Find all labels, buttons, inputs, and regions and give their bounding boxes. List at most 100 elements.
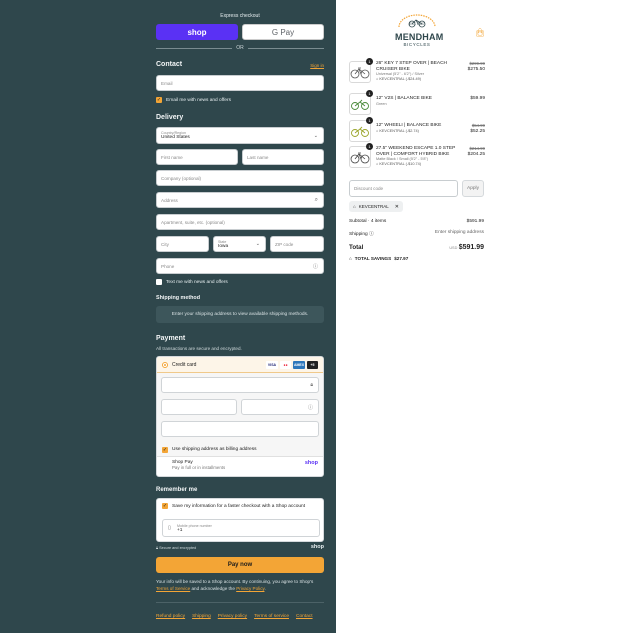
item-new-price: $275.50 (467, 66, 485, 72)
item-new-price: $204.25 (467, 151, 485, 157)
country-select[interactable]: Country/Region United States ⌄ (156, 127, 324, 144)
shop-logo: shop (304, 460, 318, 466)
shop-logo: shop (310, 544, 324, 550)
google-pay-button[interactable]: G Pay (242, 24, 324, 40)
apartment-field[interactable]: Apartment, suite, etc. (optional) (156, 214, 324, 230)
line-item: 1 26" KEY 7 STEP OVER | BEACH CRUISER BI… (349, 58, 485, 83)
cart-icon[interactable]: 👜︎ (475, 28, 485, 38)
text-news-option[interactable]: Text me with news and offers (156, 279, 228, 285)
security-code-field[interactable]: ⓘ (241, 399, 319, 415)
phone-field[interactable]: Phone ⓘ (156, 258, 324, 274)
refund-policy-link[interactable]: Refund policy (156, 614, 185, 619)
mobile-phone-field[interactable]: ▯ Mobile phone number +1 (162, 519, 320, 537)
subtotal-row: Subtotal · 4 items $591.99 (349, 219, 484, 224)
item-discount-text: KEVCENTRAL (-$10.74) (379, 162, 421, 167)
last-name-field[interactable]: Last name (242, 149, 324, 165)
contact-heading: Contact (156, 61, 183, 68)
shop-pay-sub: Pay in full or in installments (172, 465, 226, 470)
remember-me-box: ✓ Save my information for a faster check… (156, 498, 324, 542)
quantity-badge: 1 (366, 58, 373, 65)
save-info-option[interactable]: ✓ Save my information for a faster check… (157, 499, 323, 513)
card-number-field[interactable]: 🔒︎ (161, 377, 319, 393)
currency-label: USD (449, 246, 458, 250)
billing-address-option[interactable]: ✓ Use shipping address as billing addres… (157, 443, 323, 457)
city-field[interactable]: City (156, 236, 209, 252)
help-icon[interactable]: ⓘ (308, 404, 313, 411)
product-thumbnail: 1 (349, 90, 373, 115)
credit-card-option[interactable]: Credit card VISA ●● AMEX +5 (157, 357, 323, 373)
total-row: Total USD $591.99 (349, 244, 484, 251)
radio-selected-icon[interactable] (162, 361, 168, 368)
footer-divider (156, 602, 324, 603)
shipping-link[interactable]: Shipping (192, 614, 211, 619)
expiration-field[interactable] (161, 399, 237, 415)
express-checkout-title: Express checkout (220, 13, 260, 19)
shipping-label: Shipping (349, 232, 368, 237)
contact-link[interactable]: Contact (296, 614, 313, 619)
secure-text: Secure and encrypted (159, 546, 197, 550)
company-field[interactable]: Company (optional) (156, 170, 324, 186)
credit-card-label: Credit card (172, 361, 197, 368)
pay-now-button[interactable]: Pay now (156, 557, 324, 573)
first-name-field[interactable]: First name (156, 149, 238, 165)
product-thumbnail: 1 (349, 117, 373, 142)
lock-icon: 🔒︎ (310, 382, 313, 388)
help-icon[interactable]: ⓘ (313, 263, 318, 270)
address-field[interactable]: Address ⌕ (156, 192, 324, 208)
shipping-row: Shipping ⓘ Enter shipping address (349, 230, 484, 237)
email-news-label: Email me with news and offers (166, 97, 231, 103)
close-icon[interactable]: ✕ (395, 204, 399, 210)
chevron-down-icon: ⌄ (313, 133, 318, 139)
remember-me-heading: Remember me (156, 487, 198, 493)
line-item: 1 27.5" WEEKEND ESCAPE 1.0 STEP OVER | C… (349, 143, 485, 168)
email-field[interactable]: Email (156, 75, 324, 91)
item-discount-text: KEVCENTRAL (-$24.49) (379, 77, 421, 82)
lock-icon: 🔒︎ (156, 546, 159, 550)
more-cards-badge: +5 (307, 360, 318, 369)
shipping-method-message: Enter your shipping address to view avai… (156, 306, 324, 323)
shipping-label-wrap: Shipping ⓘ (349, 230, 374, 237)
checkbox-checked-icon[interactable]: ✓ (162, 503, 168, 509)
zip-field[interactable]: ZIP code (270, 236, 324, 252)
email-news-option[interactable]: ✓ Email me with news and offers (156, 97, 231, 103)
subtotal-label: Subtotal · 4 items (349, 219, 387, 224)
help-icon[interactable]: ⓘ (369, 232, 374, 237)
product-thumbnail: 1 (349, 143, 373, 168)
footer-links: Refund policy Shipping Privacy policy Te… (156, 614, 313, 619)
country-value: United States (161, 135, 190, 140)
checkout-form-panel: Express checkout shop G Pay OR Contact S… (0, 0, 336, 633)
discount-code-field[interactable]: Discount code (349, 180, 458, 197)
legal-text-2: and acknowledge the (191, 586, 235, 591)
item-info: 26" KEY 7 STEP OVER | BEACH CRUISER BIKE… (376, 61, 463, 83)
product-thumbnail: 1 (349, 58, 373, 83)
checkbox-unchecked-icon[interactable] (156, 279, 162, 285)
quantity-badge: 1 (366, 90, 373, 97)
terms-of-service-link[interactable]: Terms of service (254, 614, 289, 619)
shop-pay-option[interactable]: Shop Pay Pay in full or in installments … (157, 457, 323, 476)
checkbox-checked-icon[interactable]: ✓ (156, 97, 162, 103)
item-info: 27.5" WEEKEND ESCAPE 1.0 STEP OVER | COM… (376, 146, 463, 168)
apply-button[interactable]: Apply (462, 180, 484, 197)
legal-text-end: . (264, 586, 266, 591)
checkbox-checked-icon[interactable]: ✓ (162, 446, 168, 453)
privacy-link[interactable]: Privacy Policy (236, 586, 264, 591)
item-discount-text: KEVCENTRAL (-$2.74) (379, 128, 419, 133)
state-select[interactable]: State Iowa ⌄ (213, 236, 266, 252)
shop-pay-button[interactable]: shop (156, 24, 238, 40)
item-discount: ⌂ KEVCENTRAL (-$10.74) (376, 162, 421, 167)
discount-tag: ⌂ KEVCENTRAL ✕ (349, 201, 403, 212)
item-variant: Green (376, 101, 387, 106)
brand-logo[interactable]: EST. 2007 MENDHAM BICYCLES (395, 14, 443, 48)
payment-heading: Payment (156, 335, 186, 342)
item-discount: ⌂ KEVCENTRAL (-$24.49) (376, 77, 421, 82)
phone-icon: ▯ (168, 525, 171, 531)
name-on-card-field[interactable] (161, 421, 319, 437)
billing-label: Use shipping address as billing address (172, 447, 257, 452)
sign-in-link[interactable]: Sign in (310, 63, 324, 68)
save-info-label: Save my information for a faster checkou… (172, 503, 306, 509)
item-info: 12" WHEELI | BALANCE BIKE ⌂ KEVCENTRAL (… (376, 120, 463, 142)
terms-link[interactable]: Terms of Service (156, 586, 190, 591)
item-info: 12" V2S | BALANCE BIKE Green (376, 93, 463, 115)
line-item: 1 12" WHEELI | BALANCE BIKE ⌂ KEVCENTRAL… (349, 117, 485, 142)
privacy-policy-link[interactable]: Privacy policy (218, 614, 247, 619)
